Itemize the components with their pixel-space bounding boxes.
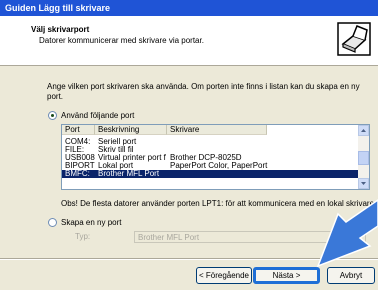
- port-type-value: Brother MFL Port: [138, 233, 200, 242]
- column-port[interactable]: Port: [62, 125, 95, 135]
- printer-cell: Brother DCP-8025D: [170, 154, 242, 162]
- wizard-header: Välj skrivarport Datorer kommunicerar me…: [0, 16, 378, 66]
- column-printer[interactable]: Skrivare: [167, 125, 267, 135]
- lpt1-note: Obs! De flesta datorer använder porten L…: [61, 199, 377, 208]
- create-port-label: Skapa en ny port: [61, 218, 122, 227]
- scroll-down-button[interactable]: [358, 178, 369, 189]
- description-cell: Lokal port: [98, 162, 134, 170]
- use-port-radio[interactable]: [48, 111, 57, 120]
- port-cell: COM4:: [65, 138, 91, 146]
- table-row-selected[interactable]: BMFC: Brother MFL Port: [62, 170, 358, 178]
- description-cell: Virtual printer port for ...: [98, 154, 166, 162]
- table-row[interactable]: USB008 Virtual printer port for ... Brot…: [62, 154, 358, 162]
- description-cell: Seriell port: [98, 138, 137, 146]
- instruction-text: Ange vilken port skrivaren ska använda. …: [47, 82, 360, 101]
- port-cell: BMFC:: [65, 170, 90, 178]
- chevron-up-icon: [361, 129, 366, 132]
- port-type-label: Typ:: [75, 232, 91, 241]
- chevron-down-icon: [361, 182, 366, 185]
- port-cell: USB008: [65, 154, 95, 162]
- scroll-thumb[interactable]: [358, 151, 369, 165]
- scroll-up-button[interactable]: [358, 125, 369, 136]
- table-row[interactable]: BIPORT Lokal port PaperPort Color, Paper…: [62, 162, 358, 170]
- port-list[interactable]: Port Beskrivning Skrivare COM4: Seriell …: [61, 124, 370, 190]
- description-cell: Brother MFL Port: [98, 170, 160, 178]
- title-bar: Guiden Lägg till skrivare: [0, 0, 378, 16]
- printer-wizard-icon: [337, 22, 371, 56]
- table-row[interactable]: FILE: Skriv till fil: [62, 146, 358, 154]
- page-subtitle: Datorer kommunicerar med skrivare via po…: [39, 36, 204, 45]
- port-type-select[interactable]: Brother MFL Port: [134, 231, 366, 243]
- column-description[interactable]: Beskrivning: [95, 125, 167, 135]
- description-cell: Skriv till fil: [98, 146, 134, 154]
- cancel-button[interactable]: Avbryt: [327, 267, 375, 284]
- back-button[interactable]: < Föregående: [196, 267, 252, 284]
- window-title: Guiden Lägg till skrivare: [5, 3, 111, 13]
- printer-cell: PaperPort Color, PaperPort: [170, 162, 268, 170]
- port-list-header: Port Beskrivning Skrivare: [62, 125, 358, 136]
- port-cell: BIPORT: [65, 162, 95, 170]
- port-cell: FILE:: [65, 146, 85, 154]
- table-row[interactable]: COM4: Seriell port: [62, 138, 358, 146]
- use-port-label: Använd följande port: [61, 111, 135, 120]
- footer-separator: [0, 258, 378, 260]
- page-title: Välj skrivarport: [31, 25, 90, 34]
- next-button[interactable]: Nästa >: [253, 267, 320, 284]
- port-list-scrollbar[interactable]: [358, 125, 369, 189]
- create-port-radio[interactable]: [48, 218, 57, 227]
